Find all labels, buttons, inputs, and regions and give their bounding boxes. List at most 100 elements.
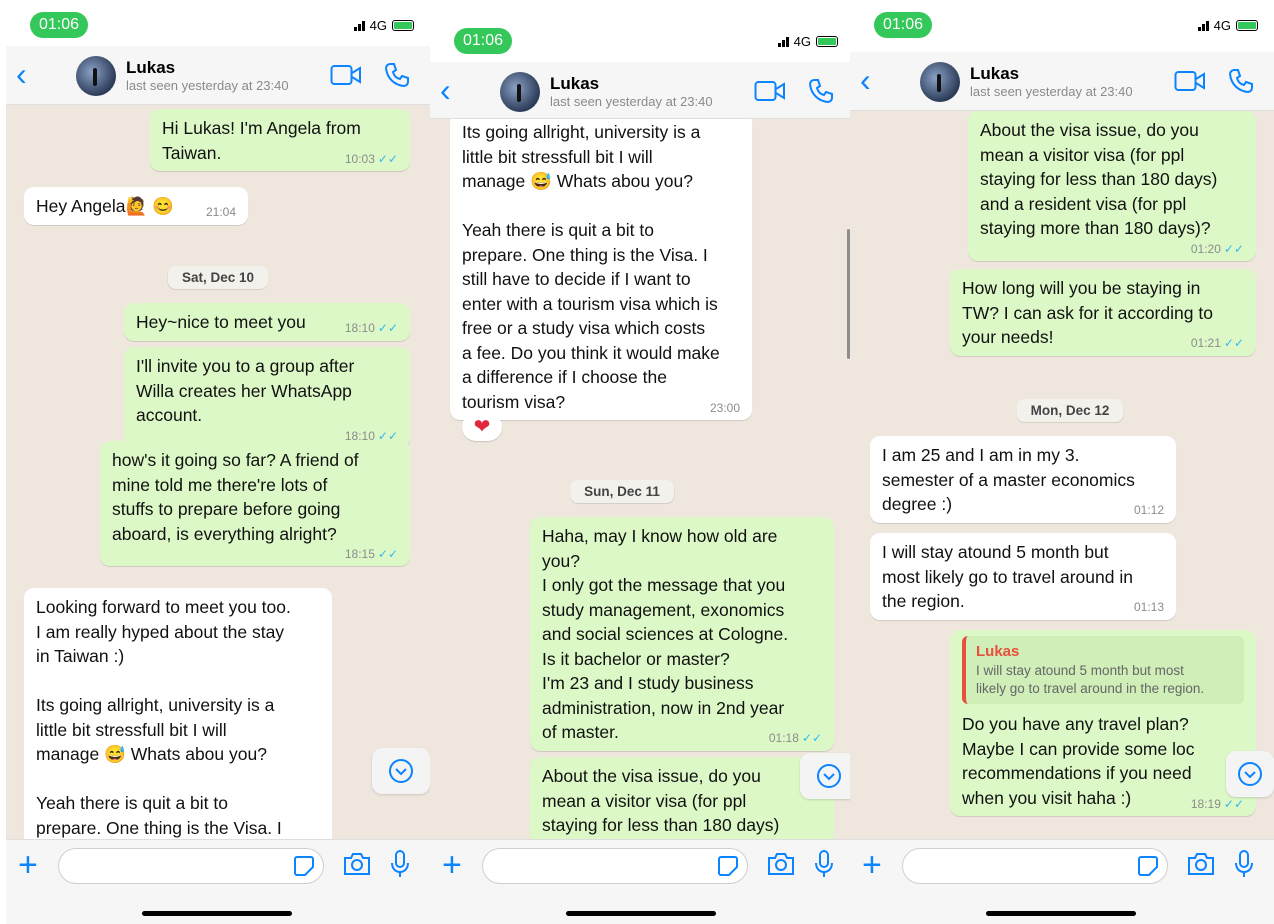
message-time: 18:10 [344,321,375,335]
message-text: I'll invite you to a group after Willa c… [136,356,355,425]
scroll-down-button[interactable] [800,753,854,799]
chat-header: ‹ Lukas last seen yesterday at 23:40 [430,62,854,119]
microphone-icon[interactable] [390,849,410,879]
contact-name[interactable]: Lukas [550,74,599,94]
message-input[interactable] [58,848,324,884]
message-meta: 01:21 ✓✓ [1191,335,1244,351]
message-text: Looking forward to meet you too. I am re… [36,597,291,838]
scroll-down-button[interactable] [372,748,430,794]
message-bubble-outgoing[interactable]: About the visa issue, do you mean a visi… [530,757,834,840]
scroll-down-button[interactable] [1226,751,1274,797]
message-time: 23:00 [709,400,740,415]
message-bubble-incoming[interactable]: Hey Angela🙋 😊 21:04 [24,187,248,225]
message-time: 18:19 [1190,796,1221,811]
phone-icon[interactable] [384,62,410,88]
message-text: Hey~nice to meet you [136,312,306,332]
video-call-icon[interactable] [754,80,786,102]
status-time: 01:06 [874,12,932,38]
chat-area[interactable]: Its going allright, university is a litt… [430,119,854,840]
message-bubble-incoming[interactable]: I will stay atound 5 month but most like… [870,533,1176,620]
message-bubble-outgoing[interactable]: I'll invite you to a group after Willa c… [124,347,410,448]
message-bubble-outgoing[interactable]: Lukas I will stay atound 5 month but mos… [950,630,1256,816]
sticker-icon[interactable] [717,855,739,877]
signal-icon [1197,20,1209,31]
message-text: About the visa issue, do you mean a visi… [542,766,780,835]
message-text: Hey Angela🙋 😊 [36,196,174,216]
message-time: 01:21 [1190,336,1221,350]
avatar[interactable] [500,72,540,112]
message-input[interactable] [902,848,1168,884]
read-ticks-icon: ✓✓ [377,321,398,335]
message-meta: 01:20 ✓✓ [980,241,1244,257]
home-indicator[interactable] [986,911,1136,916]
heart-reaction-icon[interactable]: ❤ [462,413,502,441]
message-text: How long will you be staying in TW? I ca… [962,278,1213,347]
chevron-down-circle-icon [817,764,841,788]
plus-icon[interactable]: + [442,848,462,882]
message-time: 01:13 [1133,600,1164,614]
sticker-icon[interactable] [293,855,315,877]
video-call-icon[interactable] [330,64,362,86]
read-ticks-icon: ✓✓ [801,731,822,745]
message-bubble-outgoing[interactable]: About the visa issue, do you mean a visi… [968,111,1256,261]
home-indicator[interactable] [142,911,292,916]
last-seen: last seen yesterday at 23:40 [126,78,289,93]
input-bar: + [430,839,854,924]
message-time: 21:04 [205,205,236,219]
status-time: 01:06 [30,12,88,38]
message-time: 18:15 [344,547,375,561]
microphone-icon[interactable] [814,849,834,879]
chevron-down-circle-icon [1238,762,1262,786]
message-meta: 18:19 ✓✓ [1191,796,1244,812]
contact-name[interactable]: Lukas [126,58,175,78]
phone-icon[interactable] [808,78,834,104]
home-indicator[interactable] [566,911,716,916]
message-bubble-incoming[interactable]: Its going allright, university is a litt… [450,119,752,420]
camera-icon[interactable] [766,852,796,876]
last-seen: last seen yesterday at 23:40 [550,94,713,109]
message-bubble-outgoing[interactable]: How long will you be staying in TW? I ca… [950,269,1256,356]
message-text: how's it going so far? A friend of mine … [112,450,359,544]
message-bubble-outgoing[interactable]: Haha, may I know how old are you? I only… [530,517,834,751]
signal-icon [353,20,365,31]
microphone-icon[interactable] [1234,849,1254,879]
status-time: 01:06 [454,28,512,54]
message-text: I will stay atound 5 month but most like… [882,542,1133,611]
avatar[interactable] [76,56,116,96]
message-bubble-outgoing[interactable]: how's it going so far? A friend of mine … [100,441,410,566]
message-bubble-outgoing[interactable]: Hi Lukas! I'm Angela from Taiwan. 10:03 ✓… [150,109,410,171]
contact-name[interactable]: Lukas [970,64,1019,84]
plus-icon[interactable]: + [18,848,38,882]
sticker-icon[interactable] [1137,855,1159,877]
date-separator: Sun, Dec 11 [570,480,674,503]
quoted-message[interactable]: Lukas I will stay atound 5 month but mos… [962,636,1244,704]
message-bubble-incoming[interactable]: I am 25 and I am in my 3. semester of a … [870,436,1176,523]
read-ticks-icon: ✓✓ [377,547,398,561]
plus-icon[interactable]: + [862,848,882,882]
chat-area[interactable]: Hi Lukas! I'm Angela from Taiwan. 10:03 ✓… [6,105,430,840]
avatar[interactable] [920,62,960,102]
back-button[interactable]: ‹ [16,58,27,90]
message-time: 01:18 [768,731,799,745]
chat-area[interactable]: About the visa issue, do you mean a visi… [850,111,1274,840]
message-input[interactable] [482,848,748,884]
video-call-icon[interactable] [1174,70,1206,92]
message-time: 01:20 [1190,241,1221,256]
chevron-down-circle-icon [389,759,413,783]
back-button[interactable]: ‹ [440,74,451,106]
status-icons: 4G [777,34,838,49]
quoted-text: I will stay atound 5 month but most like… [976,663,1205,696]
network-label: 4G [793,34,811,49]
read-ticks-icon: ✓✓ [377,151,398,166]
camera-icon[interactable] [1186,852,1216,876]
back-button[interactable]: ‹ [860,64,871,96]
phone-icon[interactable] [1228,68,1254,94]
message-meta: 18:10 ✓✓ [345,320,398,336]
camera-icon[interactable] [342,852,372,876]
input-bar: + [6,839,430,924]
message-time: 01:12 [1133,503,1164,517]
network-label: 4G [369,18,387,33]
message-bubble-outgoing[interactable]: Hey~nice to meet you 18:10 ✓✓ [124,303,410,341]
message-bubble-incoming[interactable]: Looking forward to meet you too. I am re… [24,588,332,840]
message-time: 10:03 [344,151,375,166]
